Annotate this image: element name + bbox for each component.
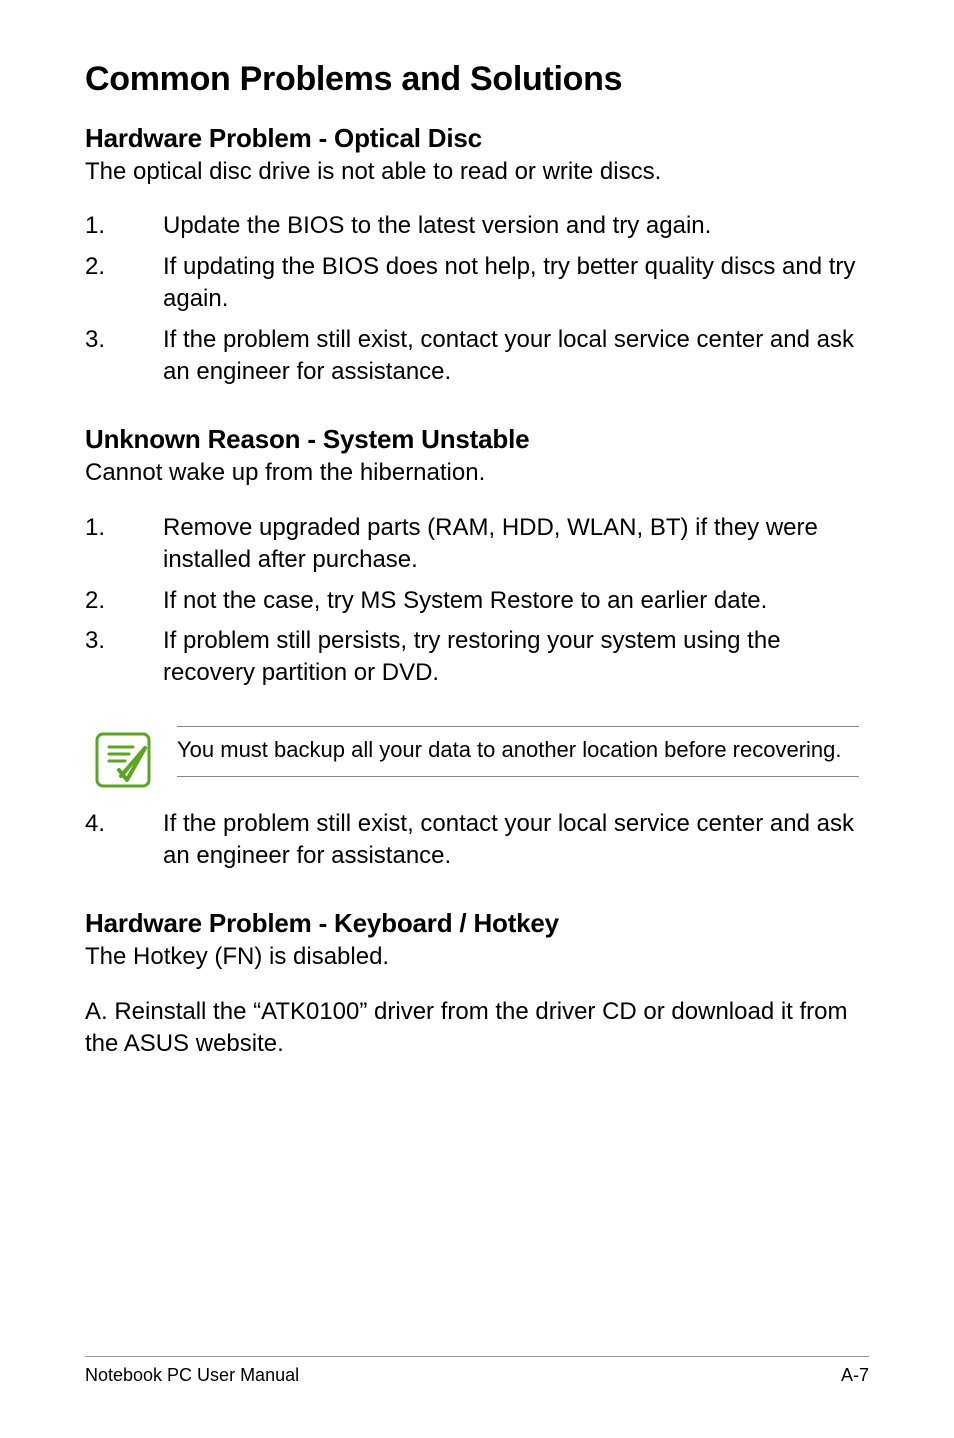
solution-keyboard: A. Reinstall the “ATK0100” driver from t… [85,996,869,1061]
page-footer: Notebook PC User Manual A-7 [85,1356,869,1386]
list-item: Update the BIOS to the latest version an… [85,210,869,242]
list-item: If not the case, try MS System Restore t… [85,585,869,617]
list-item: If the problem still exist, contact your… [85,808,869,873]
list-system-unstable-a: Remove upgraded parts (RAM, HDD, WLAN, B… [85,512,869,690]
page-title: Common Problems and Solutions [85,60,869,99]
list-system-unstable-b: If the problem still exist, contact your… [85,808,869,873]
note-icon [95,732,151,788]
section-system-unstable: Unknown Reason - System Unstable Cannot … [85,424,869,872]
footer-left: Notebook PC User Manual [85,1365,299,1386]
note-text: You must backup all your data to another… [177,726,859,778]
footer-right: A-7 [841,1365,869,1386]
note-box: You must backup all your data to another… [95,726,869,788]
list-optical-disc: Update the BIOS to the latest version an… [85,210,869,388]
intro-keyboard: The Hotkey (FN) is disabled. [85,941,869,973]
list-item: Remove upgraded parts (RAM, HDD, WLAN, B… [85,512,869,577]
intro-optical-disc: The optical disc drive is not able to re… [85,156,869,188]
list-item: If the problem still exist, contact your… [85,324,869,389]
list-item: If updating the BIOS does not help, try … [85,251,869,316]
intro-system-unstable: Cannot wake up from the hibernation. [85,457,869,489]
list-item: If problem still persists, try restoring… [85,625,869,690]
section-optical-disc: Hardware Problem - Optical Disc The opti… [85,123,869,388]
heading-optical-disc: Hardware Problem - Optical Disc [85,123,869,154]
heading-system-unstable: Unknown Reason - System Unstable [85,424,869,455]
heading-keyboard: Hardware Problem - Keyboard / Hotkey [85,908,869,939]
section-keyboard: Hardware Problem - Keyboard / Hotkey The… [85,908,869,1060]
